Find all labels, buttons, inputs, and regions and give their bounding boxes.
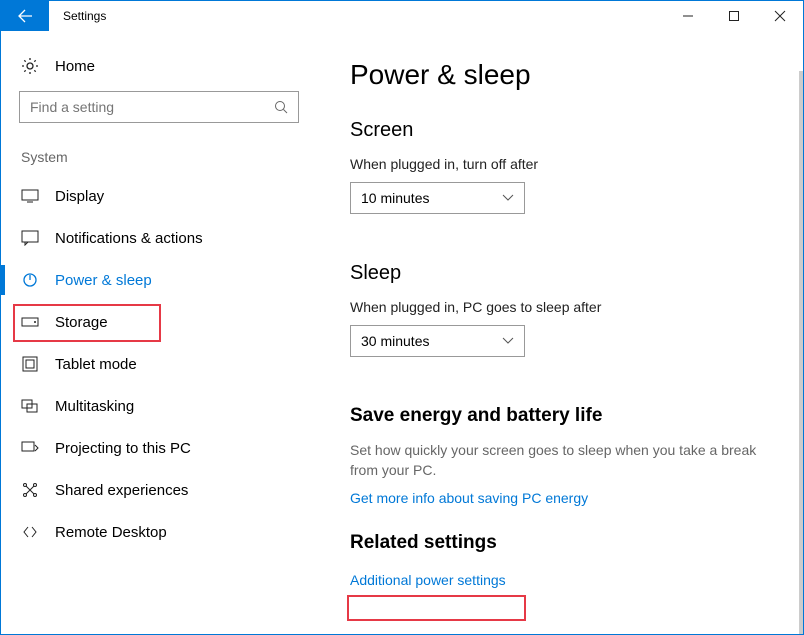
minimize-button[interactable] (665, 1, 711, 31)
remote-desktop-icon (21, 523, 39, 541)
nav-home[interactable]: Home (19, 45, 316, 91)
sidebar-item-shared-experiences[interactable]: Shared experiences (19, 469, 316, 511)
sidebar-item-storage[interactable]: Storage (19, 301, 316, 343)
save-energy-link[interactable]: Get more info about saving PC energy (350, 490, 588, 506)
sidebar-item-label: Tablet mode (55, 356, 137, 373)
page-title: Power & sleep (350, 59, 781, 91)
section-screen-title: Screen (350, 119, 781, 142)
section-sleep-title: Sleep (350, 262, 781, 285)
search-field[interactable] (30, 99, 274, 115)
maximize-icon (728, 10, 740, 22)
sidebar-item-notifications[interactable]: Notifications & actions (19, 217, 316, 259)
tablet-icon (21, 355, 39, 373)
sidebar-item-remote-desktop[interactable]: Remote Desktop (19, 511, 316, 553)
sidebar-item-projecting[interactable]: Projecting to this PC (19, 427, 316, 469)
chevron-down-icon (502, 337, 514, 345)
sidebar-item-display[interactable]: Display (19, 175, 316, 217)
sidebar-item-power-sleep[interactable]: Power & sleep (19, 259, 316, 301)
sidebar-item-multitasking[interactable]: Multitasking (19, 385, 316, 427)
section-save-energy-title: Save energy and battery life (350, 405, 781, 427)
section-related-title: Related settings (350, 532, 781, 554)
screen-off-select[interactable]: 10 minutes (350, 182, 525, 214)
scrollbar[interactable] (799, 71, 803, 634)
multitasking-icon (21, 397, 39, 415)
back-button[interactable] (1, 1, 49, 31)
search-input[interactable] (19, 91, 299, 123)
sidebar-item-label: Notifications & actions (55, 230, 203, 247)
display-icon (21, 187, 39, 205)
sidebar-item-label: Multitasking (55, 398, 134, 415)
storage-icon (21, 313, 39, 331)
save-energy-desc: Set how quickly your screen goes to slee… (350, 441, 770, 480)
sleep-after-value: 30 minutes (361, 333, 429, 349)
window-title: Settings (49, 1, 120, 31)
close-icon (774, 10, 786, 22)
sidebar-item-label: Projecting to this PC (55, 440, 191, 457)
sidebar-item-label: Shared experiences (55, 482, 188, 499)
minimize-icon (682, 10, 694, 22)
screen-off-label: When plugged in, turn off after (350, 156, 781, 172)
chevron-down-icon (502, 194, 514, 202)
sidebar-group-label: System (19, 149, 316, 175)
shared-icon (21, 481, 39, 499)
sleep-after-label: When plugged in, PC goes to sleep after (350, 299, 781, 315)
notifications-icon (21, 229, 39, 247)
search-icon (274, 100, 288, 114)
maximize-button[interactable] (711, 1, 757, 31)
sidebar: Home System Display Notifications & acti… (1, 31, 316, 634)
screen-off-value: 10 minutes (361, 190, 429, 206)
sidebar-item-label: Power & sleep (55, 272, 152, 289)
sidebar-item-label: Storage (55, 314, 108, 331)
sidebar-item-label: Remote Desktop (55, 524, 167, 541)
nav-home-label: Home (55, 58, 95, 75)
sidebar-item-tablet-mode[interactable]: Tablet mode (19, 343, 316, 385)
main-panel: Power & sleep Screen When plugged in, tu… (316, 31, 803, 634)
sidebar-item-label: Display (55, 188, 104, 205)
arrow-left-icon (17, 8, 33, 24)
additional-power-settings-link[interactable]: Additional power settings (350, 572, 506, 588)
projecting-icon (21, 439, 39, 457)
close-button[interactable] (757, 1, 803, 31)
gear-icon (21, 57, 39, 75)
power-icon (21, 271, 39, 289)
sleep-after-select[interactable]: 30 minutes (350, 325, 525, 357)
